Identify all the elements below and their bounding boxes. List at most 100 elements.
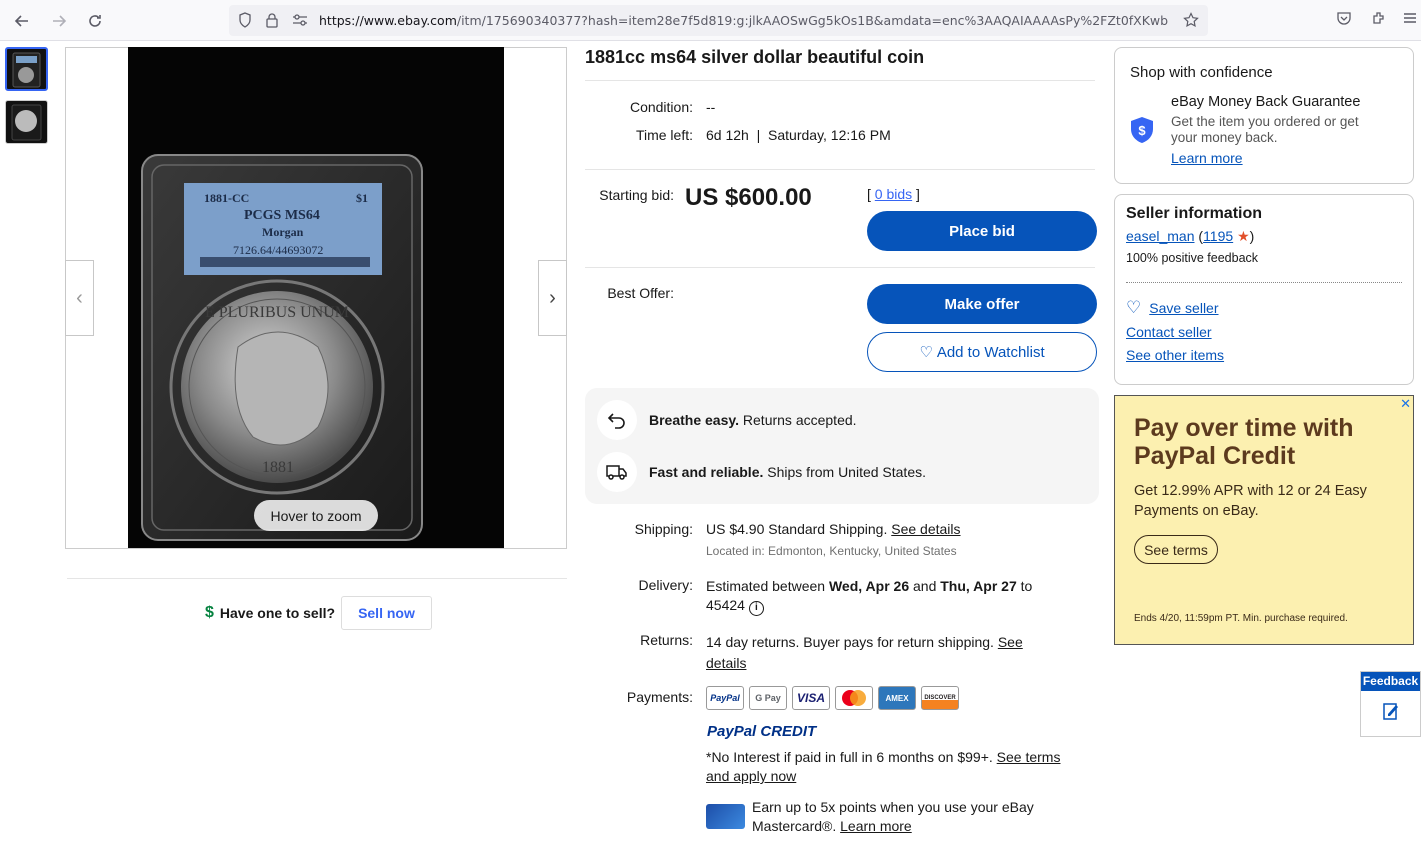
starting-bid-label: Starting bid:: [599, 187, 674, 203]
shield-icon[interactable]: [235, 10, 255, 30]
shipping-text: Standard Shipping.: [764, 521, 892, 537]
bids-link[interactable]: 0 bids: [875, 186, 912, 202]
shipping-highlight-text: Ships from United States.: [763, 464, 927, 480]
returns-label: Returns:: [640, 632, 693, 648]
slab-type-text: Morgan: [262, 225, 304, 239]
no-interest-body: *No Interest if paid in full in 6 months…: [706, 749, 997, 765]
divider: [585, 80, 1095, 81]
back-icon[interactable]: [9, 8, 35, 34]
guarantee-learn-more-link[interactable]: Learn more: [1171, 150, 1243, 166]
no-interest-text: *No Interest if paid in full in 6 months…: [706, 748, 1096, 786]
guarantee-desc-line1: Get the item you ordered or get: [1171, 114, 1359, 129]
shop-with-confidence-card: Shop with confidence $ eBay Money Back G…: [1114, 47, 1414, 184]
ad-title-line1: Pay over time with: [1134, 414, 1354, 442]
sell-prompt-text: Have one to sell?: [219, 605, 336, 621]
mastercard-learn-more-link[interactable]: Learn more: [840, 818, 912, 834]
heart-icon: ♡: [1126, 298, 1142, 317]
coin-legend-text: E PLURIBUS UNUM: [205, 304, 349, 321]
amex-logo: AMEX: [878, 686, 916, 710]
payment-logos: PayPal G Pay VISA AMEX DISCOVER: [706, 686, 959, 710]
guarantee-desc-line2: your money back.: [1171, 130, 1278, 145]
highlights-panel: Breathe easy. Returns accepted. Fast and…: [585, 388, 1099, 504]
item-location: Located in: Edmonton, Kentucky, United S…: [706, 544, 957, 558]
coin-photo[interactable]: 1881-CC $1 PCGS MS64 Morgan 7126.64/4469…: [128, 47, 504, 548]
chevron-left-icon: ‹: [76, 286, 83, 309]
paypal-credit-ad[interactable]: ✕ Pay over time with PayPal Credit Get 12…: [1114, 395, 1414, 645]
sell-now-button[interactable]: Sell now: [341, 596, 432, 630]
divider: [585, 267, 1095, 268]
bracket: ]: [916, 186, 920, 202]
save-seller-row[interactable]: ♡ Save seller: [1126, 298, 1219, 318]
thumbnail-2[interactable]: [5, 100, 48, 144]
slab-denom-text: $1: [356, 191, 368, 205]
condition-value: --: [706, 99, 716, 115]
forward-icon[interactable]: [46, 8, 72, 34]
address-bar[interactable]: https://www.ebay.com/itm/175690340377?ha…: [229, 5, 1208, 36]
apply-now-link[interactable]: and apply now: [706, 768, 796, 784]
feedback-tab-label: Feedback: [1361, 672, 1420, 691]
time-left-end: Saturday, 12:16 PM: [768, 127, 891, 143]
divider: [585, 169, 1095, 170]
feedback-tab[interactable]: Feedback: [1360, 671, 1421, 737]
shipping-see-details-link[interactable]: See details: [891, 521, 960, 537]
ebay-mastercard-image: [706, 804, 745, 829]
thumbnail-1[interactable]: [5, 47, 48, 91]
prev-image-button[interactable]: ‹: [65, 260, 94, 336]
pocket-icon[interactable]: [1334, 8, 1354, 28]
seller-info-title: Seller information: [1126, 205, 1263, 222]
slab-cert-text: 7126.64/44693072: [233, 243, 323, 257]
reload-icon[interactable]: [82, 8, 108, 34]
place-bid-button[interactable]: Place bid: [867, 211, 1097, 251]
url-text[interactable]: https://www.ebay.com/itm/175690340377?ha…: [319, 13, 1169, 28]
extensions-icon[interactable]: [1369, 8, 1389, 28]
see-other-items-link[interactable]: See other items: [1126, 347, 1224, 363]
divider: [67, 578, 567, 579]
divider: [1126, 282, 1402, 283]
returns-details-link[interactable]: details: [706, 655, 746, 671]
close-ad-icon[interactable]: ✕: [1400, 396, 1411, 412]
guarantee-desc: Get the item you ordered or get your mone…: [1171, 114, 1359, 146]
delivery-pre: Estimated between: [706, 578, 829, 594]
returns-text: 14 day returns. Buyer pays for return sh…: [706, 634, 998, 650]
delivery-date-2: Thu, Apr 27: [940, 578, 1017, 594]
bookmark-star-icon[interactable]: [1181, 10, 1201, 30]
next-image-button[interactable]: ›: [538, 260, 567, 336]
mastercard-promo-line2: Mastercard®.: [752, 818, 841, 834]
visa-logo: VISA: [792, 686, 830, 710]
ad-title-line2: PayPal Credit: [1134, 442, 1296, 470]
hover-to-zoom-hint: Hover to zoom: [254, 500, 378, 531]
guarantee-title: eBay Money Back Guarantee: [1171, 94, 1361, 110]
add-to-watchlist-button[interactable]: ♡ Add to Watchlist: [867, 332, 1097, 372]
see-terms-link[interactable]: See terms: [997, 749, 1061, 765]
delivery-and: and: [909, 578, 941, 594]
make-offer-button[interactable]: Make offer: [867, 284, 1097, 324]
info-icon[interactable]: i: [748, 601, 764, 616]
save-seller-link[interactable]: Save seller: [1149, 300, 1218, 316]
menu-icon[interactable]: [1400, 8, 1420, 28]
returns-see-link[interactable]: See: [998, 634, 1023, 650]
url-path: /itm/175690340377?hash=item28e7f5d819:g:…: [456, 13, 1169, 28]
lock-icon[interactable]: [262, 10, 282, 30]
contact-seller-link[interactable]: Contact seller: [1126, 324, 1212, 340]
price: US $600.00: [685, 184, 812, 211]
shipping-value: US $4.90 Standard Shipping. See details: [706, 521, 961, 537]
seller-name-link[interactable]: easel_man: [1126, 228, 1195, 244]
paypal-logo: PayPal: [706, 686, 744, 710]
shipping-label: Shipping:: [634, 521, 693, 537]
delivery-label: Delivery:: [638, 577, 693, 593]
seller-score-link[interactable]: 1195: [1203, 228, 1233, 244]
truck-icon: [597, 452, 637, 492]
seller-feedback: 100% positive feedback: [1126, 251, 1259, 265]
svg-text:$: $: [1138, 123, 1146, 138]
feedback-edit-icon: [1361, 691, 1420, 721]
time-left-duration: 6d 12h: [706, 127, 749, 143]
permissions-icon[interactable]: [290, 10, 310, 30]
best-offer-label: Best Offer:: [607, 285, 674, 301]
heart-icon: ♡: [919, 344, 933, 361]
chevron-right-icon: ›: [549, 286, 556, 309]
returns-highlight-bold: Breathe easy.: [649, 412, 740, 428]
add-to-watchlist-label: Add to Watchlist: [936, 343, 1045, 361]
ad-see-terms-button[interactable]: See terms: [1134, 535, 1218, 564]
mastercard-logo: [835, 686, 873, 710]
shipping-highlight-bold: Fast and reliable.: [649, 464, 764, 480]
